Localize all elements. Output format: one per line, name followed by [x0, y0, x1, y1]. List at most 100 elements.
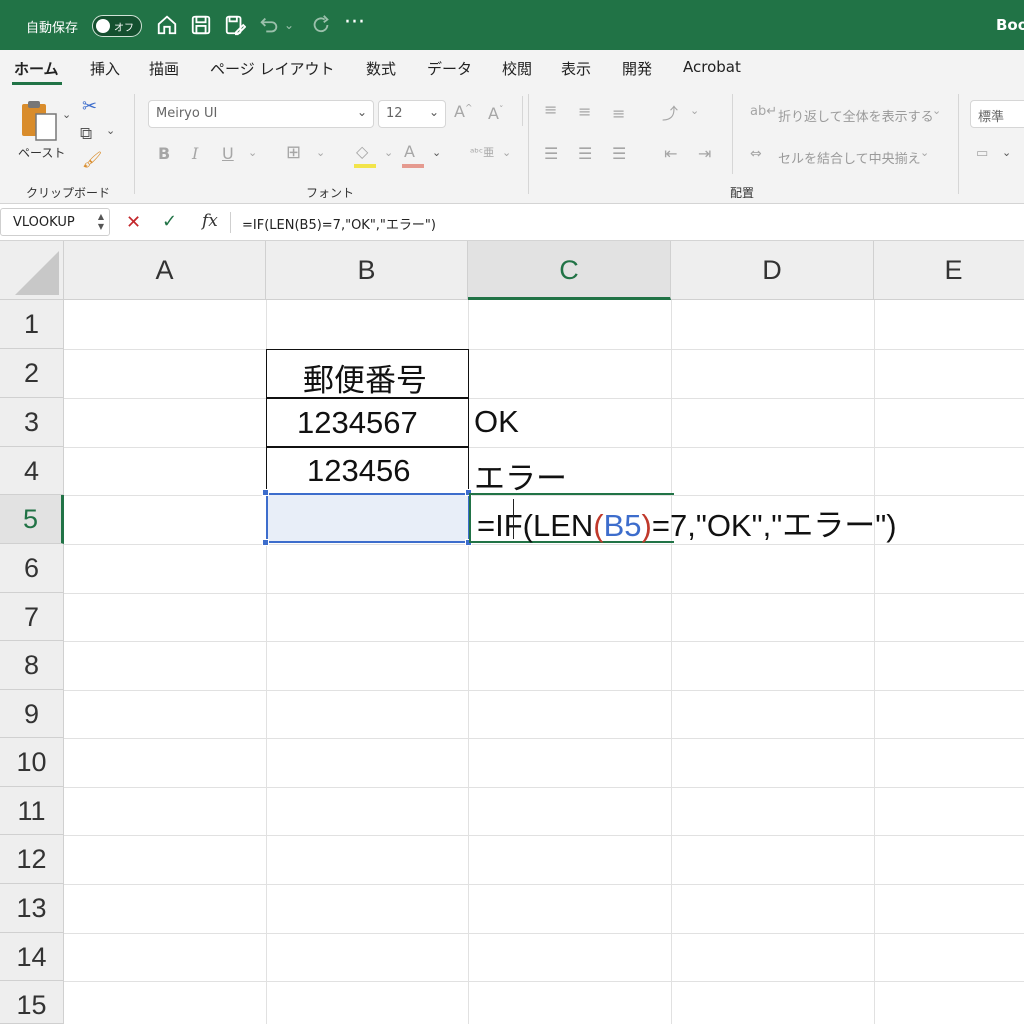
name-box[interactable]: VLOOKUP ▲ ▼ — [0, 208, 110, 236]
paste-icon[interactable] — [18, 98, 62, 142]
align-top-icon[interactable]: ≡ — [544, 100, 557, 119]
column-header-b[interactable]: B — [266, 241, 468, 300]
orientation-chevron-icon[interactable]: ⌄ — [690, 104, 699, 117]
tab-review[interactable]: 校閲 — [502, 58, 532, 79]
row-header-6[interactable]: 6 — [0, 544, 64, 593]
number-format-select[interactable]: 標準 — [970, 100, 1024, 128]
merge-center-icon[interactable]: ⇔ — [750, 146, 762, 162]
save-icon[interactable] — [190, 14, 212, 36]
cut-icon[interactable]: ✂ — [82, 96, 97, 117]
wrap-text-icon[interactable]: ab↵ — [750, 104, 777, 119]
row-header-4[interactable]: 4 — [0, 447, 64, 495]
more-icon[interactable]: ··· — [344, 10, 366, 35]
select-all-button[interactable] — [0, 241, 64, 300]
cell-b2-value: 郵便番号 — [303, 363, 427, 398]
home-icon[interactable] — [156, 14, 178, 36]
tab-view[interactable]: 表示 — [561, 58, 591, 79]
redo-icon[interactable] — [310, 14, 332, 36]
font-name-select[interactable]: Meiryo UI ⌄ — [148, 100, 374, 128]
paste-label[interactable]: ペースト — [18, 144, 65, 161]
row-header-12[interactable]: 12 — [0, 835, 64, 884]
row-header-11[interactable]: 11 — [0, 787, 64, 835]
paste-chevron-icon[interactable]: ⌄ — [62, 108, 71, 121]
row-header-9[interactable]: 9 — [0, 690, 64, 738]
cell-c3-value[interactable]: OK — [474, 404, 519, 440]
row-header-14[interactable]: 14 — [0, 933, 64, 981]
cell-b4[interactable]: 123456 — [266, 446, 469, 496]
row-header-7[interactable]: 7 — [0, 593, 64, 641]
phonetic-icon[interactable]: ᵃᵇᶜ亜 — [470, 144, 494, 160]
workbook-title: Boo — [996, 16, 1024, 34]
align-center-icon[interactable]: ☰ — [578, 144, 592, 163]
chevron-down-icon[interactable]: ⌄ — [284, 18, 296, 40]
tab-draw[interactable]: 描画 — [149, 58, 179, 79]
row-header-13[interactable]: 13 — [0, 884, 64, 933]
formula-bar: VLOOKUP ▲ ▼ ✕ ✓ fx =IF(LEN(B5)=7,"OK","エラ… — [0, 204, 1024, 241]
insert-function-icon[interactable]: fx — [202, 211, 218, 231]
decrease-indent-icon[interactable]: ⇤ — [664, 144, 677, 163]
underline-chevron-icon[interactable]: ⌄ — [248, 146, 257, 159]
tab-acrobat[interactable]: Acrobat — [683, 58, 741, 76]
tab-data[interactable]: データ — [427, 58, 472, 79]
wrap-text-button[interactable]: 折り返して全体を表示する — [778, 106, 934, 125]
cell-c4-value[interactable]: エラー — [474, 453, 567, 498]
resize-handle[interactable] — [262, 539, 269, 546]
format-painter-icon[interactable]: 🖌 — [82, 150, 102, 169]
fill-color-chevron-icon[interactable]: ⌄ — [384, 146, 393, 159]
column-header-e[interactable]: E — [874, 241, 1024, 300]
increase-font-icon[interactable]: A^ — [454, 102, 473, 121]
align-middle-icon[interactable]: ≡ — [578, 102, 591, 121]
row-header-10[interactable]: 10 — [0, 738, 64, 787]
merge-center-button[interactable]: セルを結合して中央揃え — [778, 148, 921, 167]
name-box-stepper-icon[interactable]: ▲ ▼ — [98, 212, 104, 232]
copy-chevron-icon[interactable]: ⌄ — [106, 124, 115, 137]
increase-indent-icon[interactable]: ⇥ — [698, 144, 711, 163]
cell-b2[interactable]: 郵便番号 — [266, 349, 469, 399]
column-header-c[interactable]: C — [468, 241, 671, 300]
fill-color-icon[interactable]: ◇ — [356, 142, 368, 161]
tab-developer[interactable]: 開発 — [622, 58, 652, 79]
currency-format-icon[interactable]: ▭ — [976, 146, 988, 161]
cell-b5-reference-highlight[interactable] — [266, 493, 470, 543]
autosave-toggle[interactable]: オフ — [92, 15, 142, 37]
copy-icon[interactable]: ⧉ — [80, 124, 92, 144]
font-color-chevron-icon[interactable]: ⌄ — [432, 146, 441, 159]
cell-b3[interactable]: 1234567 — [266, 397, 469, 448]
borders-icon[interactable]: ⊞ — [286, 142, 301, 163]
align-left-icon[interactable]: ☰ — [544, 144, 558, 163]
tab-formulas[interactable]: 数式 — [366, 58, 396, 79]
font-size-select[interactable]: 12 ⌄ — [378, 100, 446, 128]
currency-chevron-icon[interactable]: ⌄ — [1002, 146, 1011, 159]
underline-button[interactable]: U — [222, 144, 234, 163]
tab-home[interactable]: ホーム — [14, 58, 59, 79]
bold-button[interactable]: B — [158, 144, 170, 163]
align-bottom-icon[interactable]: ≡ — [612, 104, 625, 123]
row-header-3[interactable]: 3 — [0, 398, 64, 447]
wrap-text-chevron-icon[interactable]: ⌄ — [932, 104, 941, 117]
column-header-a[interactable]: A — [64, 241, 266, 300]
undo-icon[interactable] — [258, 14, 280, 36]
cell-c5-formula[interactable]: =IF(LEN(B5)=7,"OK","エラー") — [477, 500, 897, 545]
formula-input[interactable]: =IF(LEN(B5)=7,"OK","エラー") — [242, 214, 436, 233]
formula-prefix: =IF(LEN — [477, 508, 594, 543]
cancel-icon[interactable]: ✕ — [126, 212, 141, 233]
row-header-15[interactable]: 15 — [0, 981, 64, 1024]
phonetic-chevron-icon[interactable]: ⌄ — [502, 146, 511, 159]
tab-insert[interactable]: 挿入 — [90, 58, 120, 79]
row-header-8[interactable]: 8 — [0, 641, 64, 690]
align-right-icon[interactable]: ☰ — [612, 144, 626, 163]
borders-chevron-icon[interactable]: ⌄ — [316, 146, 325, 159]
tab-page-layout[interactable]: ページ レイアウト — [210, 58, 334, 79]
row-header-2[interactable]: 2 — [0, 349, 64, 398]
enter-icon[interactable]: ✓ — [162, 211, 177, 232]
font-color-icon[interactable]: A — [404, 142, 415, 161]
italic-button[interactable]: I — [192, 144, 198, 163]
row-header-5[interactable]: 5 — [0, 495, 64, 544]
resize-handle[interactable] — [262, 489, 269, 496]
column-header-d[interactable]: D — [671, 241, 874, 300]
decrease-font-icon[interactable]: Aˇ — [488, 104, 503, 123]
merge-center-chevron-icon[interactable]: ⌄ — [920, 146, 929, 159]
orientation-icon[interactable]: ⤴ — [662, 100, 678, 124]
row-header-1[interactable]: 1 — [0, 300, 64, 349]
save-as-icon[interactable] — [224, 14, 247, 36]
